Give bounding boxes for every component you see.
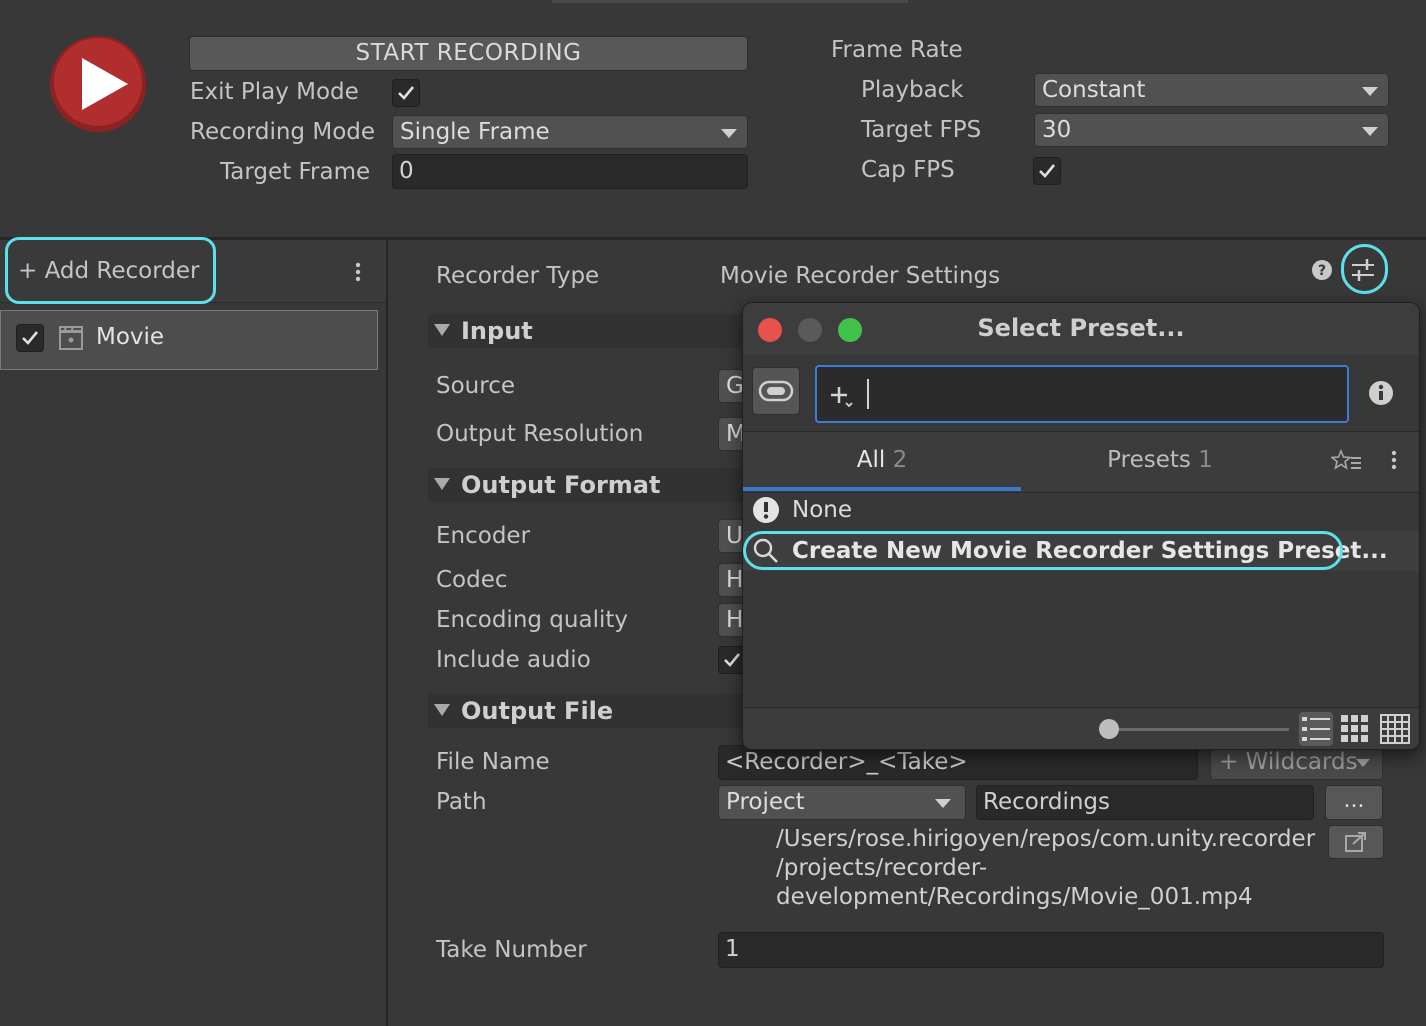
recorder-enabled-checkbox[interactable] [16, 324, 44, 352]
record-button[interactable] [48, 34, 148, 134]
foldout-triangle-icon [434, 704, 450, 716]
info-icon[interactable] [1368, 380, 1394, 412]
popup-title: Select Preset... [977, 314, 1185, 342]
text-caret [867, 379, 869, 409]
popup-footer [743, 707, 1419, 749]
output-format-section-header[interactable]: Output Format [428, 468, 748, 502]
include-audio-label: Include audio [436, 647, 591, 673]
create-new-preset-highlight [743, 531, 1343, 570]
path-root-dropdown[interactable]: Project [718, 785, 966, 820]
tab-all[interactable]: All 2 [743, 432, 1021, 490]
chevron-down-icon [1362, 127, 1378, 136]
exit-play-mode-checkbox[interactable] [392, 79, 420, 107]
chevron-down-icon [1356, 759, 1370, 767]
full-path-line-2: /projects/recorder- [776, 855, 988, 881]
favorites-list-icon[interactable] [1329, 448, 1363, 479]
help-icon[interactable]: ? [1311, 259, 1333, 287]
chevron-down-icon [1362, 87, 1378, 96]
take-number-field[interactable]: 1 [718, 932, 1384, 968]
output-file-section-title: Output File [461, 697, 614, 725]
recorder-list-item[interactable] [0, 310, 378, 370]
target-frame-label: Target Frame [220, 159, 371, 185]
path-root-value: Project [726, 789, 805, 815]
output-format-section-title: Output Format [461, 471, 661, 499]
source-label: Source [436, 373, 515, 399]
encoding-quality-label: Encoding quality [436, 607, 628, 633]
target-fps-value: 30 [1042, 117, 1072, 143]
preset-item-none-label: None [792, 497, 853, 523]
full-path-line-1: /Users/rose.hirigoyen/repos/com.unity.re… [776, 826, 1316, 852]
recorder-list-menu-icon[interactable] [354, 262, 362, 284]
zoom-slider-track[interactable] [1111, 728, 1289, 731]
frame-rate-label: Frame Rate [831, 37, 963, 63]
target-fps-label: Target FPS [861, 117, 982, 143]
tab-all-count: 2 [892, 447, 908, 473]
preset-tabs: All 2 Presets 1 [743, 431, 1419, 493]
encoder-label: Encoder [436, 523, 531, 549]
foldout-triangle-icon [434, 324, 450, 336]
file-name-field[interactable]: <Recorder>_<Take> [718, 745, 1198, 780]
path-folder-field[interactable]: Recordings [976, 785, 1314, 820]
list-view-icon[interactable] [1299, 712, 1333, 746]
playback-value: Constant [1042, 77, 1146, 103]
preset-search-input[interactable] [815, 365, 1349, 423]
recording-mode-value: Single Frame [400, 119, 550, 145]
more-options-icon[interactable] [1390, 450, 1398, 478]
toggle-icon [758, 380, 794, 402]
full-path-line-3: development/Recordings/Movie_001.mp4 [776, 884, 1253, 910]
cap-fps-checkbox[interactable] [1033, 157, 1061, 185]
foldout-triangle-icon [434, 478, 450, 490]
recording-mode-label: Recording Mode [190, 119, 376, 145]
recorder-type-label: Recorder Type [436, 263, 600, 289]
wildcards-dropdown[interactable]: + Wildcards [1210, 745, 1383, 780]
exit-play-mode-label: Exit Play Mode [190, 79, 359, 105]
wildcards-label: + Wildcards [1219, 749, 1358, 775]
input-section-header[interactable]: Input [428, 314, 748, 348]
tab-presets-label: Presets [1107, 447, 1191, 473]
browse-button[interactable]: ... [1325, 785, 1383, 820]
target-fps-dropdown[interactable]: 30 [1034, 113, 1389, 147]
output-resolution-label: Output Resolution [436, 421, 644, 447]
table-view-icon[interactable] [1379, 713, 1411, 749]
tab-presets[interactable]: Presets 1 [1021, 432, 1299, 490]
chevron-down-icon [721, 129, 737, 138]
zoom-slider-handle[interactable] [1099, 719, 1119, 739]
search-toggle-button[interactable] [752, 367, 800, 415]
movie-clapper-icon [58, 325, 84, 357]
output-file-section-header[interactable]: Output File [428, 694, 748, 728]
window-tab-strip [552, 0, 908, 3]
preset-settings-highlight [1341, 244, 1388, 294]
external-link-icon [1345, 832, 1366, 852]
target-frame-field[interactable]: 0 [392, 154, 748, 189]
tab-all-label: All [856, 447, 886, 473]
input-section-title: Input [461, 317, 533, 345]
file-name-label: File Name [436, 749, 550, 775]
recorder-type-value: Movie Recorder Settings [720, 263, 1001, 289]
playback-label: Playback [861, 77, 964, 103]
icon-grid-view-icon[interactable] [1339, 713, 1371, 749]
recording-mode-dropdown[interactable]: Single Frame [392, 115, 748, 149]
svg-text:?: ? [1318, 263, 1326, 279]
add-recorder-highlight [5, 237, 216, 304]
codec-label: Codec [436, 567, 508, 593]
reveal-in-finder-button[interactable] [1328, 825, 1384, 859]
tab-presets-count: 1 [1198, 447, 1213, 473]
start-recording-button[interactable]: START RECORDING [189, 36, 748, 71]
popup-titlebar: Select Preset... [743, 303, 1419, 355]
take-number-label: Take Number [436, 937, 587, 963]
cap-fps-label: Cap FPS [861, 157, 955, 183]
search-add-icon [831, 387, 853, 408]
recorder-list-item-label: Movie [96, 324, 165, 350]
select-preset-popup: Select Preset... All 2 Presets 1 None Cr… [742, 302, 1420, 750]
preset-item-none[interactable]: None [743, 491, 1419, 529]
warning-icon [753, 497, 779, 523]
playback-dropdown[interactable]: Constant [1034, 73, 1389, 107]
path-label: Path [436, 789, 487, 815]
chevron-down-icon [935, 799, 951, 808]
